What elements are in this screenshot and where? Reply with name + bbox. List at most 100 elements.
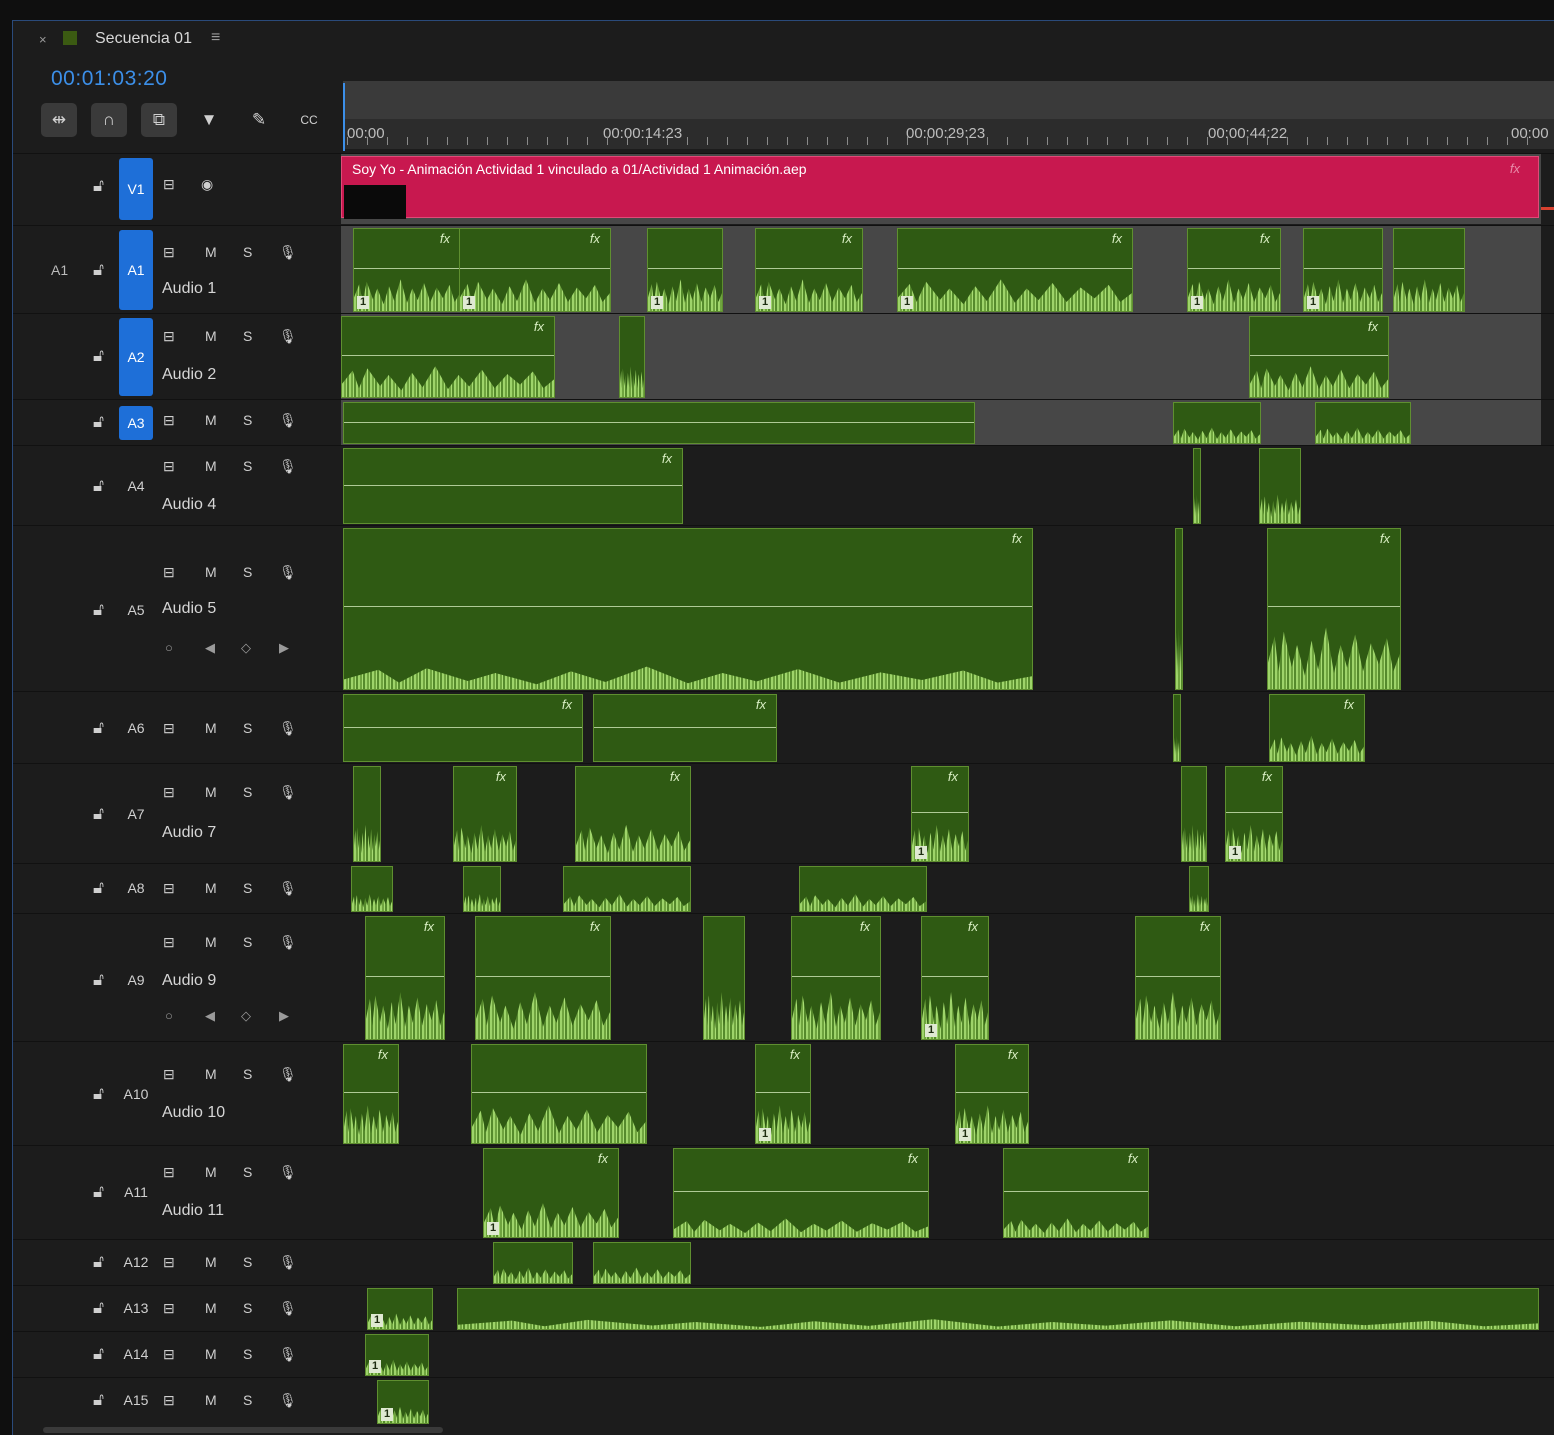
sync-lock-icon[interactable]: ⊟ xyxy=(163,244,175,261)
lock-icon[interactable]: 🔓︎ xyxy=(93,260,104,280)
linked-selection-icon[interactable]: ⧉ xyxy=(141,103,177,137)
audio-clip[interactable] xyxy=(353,766,381,862)
audio-clip[interactable] xyxy=(343,402,975,444)
lock-icon[interactable]: 🔓︎ xyxy=(93,1084,104,1104)
playhead[interactable] xyxy=(343,83,345,151)
audio-clip[interactable]: fx 1 xyxy=(459,228,611,312)
track-target-a4[interactable]: A4 xyxy=(119,478,153,494)
track-name[interactable]: Audio 1 xyxy=(162,280,216,298)
solo-button[interactable]: S xyxy=(243,934,252,950)
audio-clip[interactable]: fx xyxy=(365,916,445,1040)
audio-clip[interactable]: fx 1 xyxy=(897,228,1133,312)
audio-clip[interactable]: fx xyxy=(343,1044,399,1144)
sync-lock-icon[interactable]: ⊟ xyxy=(163,564,175,581)
microphone-icon[interactable]: 🎙︎ xyxy=(279,880,297,897)
sync-lock-icon[interactable]: ⊟ xyxy=(163,176,175,193)
microphone-icon[interactable]: 🎙︎ xyxy=(279,1254,297,1271)
lock-icon[interactable]: 🔓︎ xyxy=(93,1344,104,1364)
audio-clip[interactable]: fx xyxy=(1135,916,1221,1040)
mute-button[interactable]: M xyxy=(205,564,217,580)
eye-icon[interactable]: ◉ xyxy=(201,176,213,193)
track-name[interactable]: Audio 10 xyxy=(162,1104,225,1122)
time-ruler[interactable]: 00:00 00:00:14:23 00:00:29:23 00:00:44:2… xyxy=(343,81,1554,210)
lock-icon[interactable]: 🔓︎ xyxy=(93,1182,104,1202)
track-target-a14[interactable]: A14 xyxy=(119,1346,153,1362)
previous-keyframe-icon[interactable]: ◀ xyxy=(205,1008,215,1024)
playhead-timecode[interactable]: 00:01:03:20 xyxy=(51,67,167,91)
sync-lock-icon[interactable]: ⊟ xyxy=(163,934,175,951)
audio-clip[interactable]: fx xyxy=(1269,694,1365,762)
lock-icon[interactable]: 🔓︎ xyxy=(93,412,104,432)
mute-button[interactable]: M xyxy=(205,1392,217,1408)
lock-icon[interactable]: 🔓︎ xyxy=(93,1298,104,1318)
track-target-a9[interactable]: A9 xyxy=(119,972,153,988)
audio-clip[interactable]: fx xyxy=(673,1148,929,1238)
audio-clip[interactable] xyxy=(1175,528,1183,690)
microphone-icon[interactable]: 🎙︎ xyxy=(279,412,297,429)
microphone-icon[interactable]: 🎙︎ xyxy=(279,1392,297,1409)
track-target-a13[interactable]: A13 xyxy=(119,1300,153,1316)
next-keyframe-icon[interactable]: ▶ xyxy=(279,640,289,656)
audio-clip[interactable] xyxy=(463,866,501,912)
microphone-icon[interactable]: 🎙︎ xyxy=(279,934,297,951)
keyframe-search-icon[interactable]: ○ xyxy=(165,640,173,655)
track-lane[interactable]: fx 1 fx fx xyxy=(341,1146,1541,1240)
audio-clip[interactable]: fx 1 xyxy=(955,1044,1029,1144)
solo-button[interactable]: S xyxy=(243,1346,252,1362)
audio-clip[interactable]: fx xyxy=(475,916,611,1040)
audio-clip[interactable]: 1 xyxy=(1303,228,1383,312)
sync-lock-icon[interactable]: ⊟ xyxy=(163,1392,175,1409)
mute-button[interactable]: M xyxy=(205,1300,217,1316)
solo-button[interactable]: S xyxy=(243,1254,252,1270)
microphone-icon[interactable]: 🎙︎ xyxy=(279,564,297,581)
audio-clip[interactable]: fx xyxy=(1267,528,1401,690)
microphone-icon[interactable]: 🎙︎ xyxy=(279,720,297,737)
microphone-icon[interactable]: 🎙︎ xyxy=(279,328,297,345)
previous-keyframe-icon[interactable]: ◀ xyxy=(205,640,215,656)
audio-clip[interactable] xyxy=(493,1242,573,1284)
audio-clip[interactable]: fx xyxy=(341,316,555,398)
track-lane[interactable] xyxy=(341,400,1541,446)
solo-button[interactable]: S xyxy=(243,328,252,344)
audio-clip[interactable]: 1 xyxy=(367,1288,433,1330)
track-lane[interactable]: Soy Yo - Animación Actividad 1 vinculado… xyxy=(341,154,1541,224)
audio-clip[interactable]: fx xyxy=(343,528,1033,690)
sync-lock-icon[interactable]: ⊟ xyxy=(163,1346,175,1363)
lock-icon[interactable]: 🔓︎ xyxy=(93,346,104,366)
lock-icon[interactable]: 🔓︎ xyxy=(93,804,104,824)
audio-clip[interactable] xyxy=(1259,448,1301,524)
insert-icon[interactable]: ⇹ xyxy=(41,103,77,137)
audio-clip[interactable]: fx xyxy=(343,448,683,524)
mute-button[interactable]: M xyxy=(205,458,217,474)
track-lane[interactable]: fx fx xyxy=(341,526,1541,692)
track-name[interactable]: Audio 7 xyxy=(162,824,216,842)
lock-icon[interactable]: 🔓︎ xyxy=(93,970,104,990)
lock-icon[interactable]: 🔓︎ xyxy=(93,600,104,620)
lock-icon[interactable]: 🔓︎ xyxy=(93,176,104,196)
audio-clip[interactable] xyxy=(799,866,927,912)
sync-lock-icon[interactable]: ⊟ xyxy=(163,720,175,737)
audio-clip[interactable]: fx 1 xyxy=(1225,766,1283,862)
work-area-bar[interactable] xyxy=(343,81,1554,119)
sync-lock-icon[interactable]: ⊟ xyxy=(163,784,175,801)
solo-button[interactable]: S xyxy=(243,1300,252,1316)
audio-clip[interactable]: 1 xyxy=(365,1334,429,1376)
keyframe-search-icon[interactable]: ○ xyxy=(165,1008,173,1023)
track-target-v1[interactable]: V1 xyxy=(119,158,153,220)
sync-lock-icon[interactable]: ⊟ xyxy=(163,1066,175,1083)
track-lane[interactable]: fx fx fx fx 1 fx xyxy=(341,914,1541,1042)
sync-lock-icon[interactable]: ⊟ xyxy=(163,328,175,345)
audio-clip[interactable]: fx 1 xyxy=(911,766,969,862)
track-name[interactable]: Audio 4 xyxy=(162,496,216,514)
source-patch-a1[interactable]: A1 xyxy=(51,262,68,278)
audio-clip[interactable] xyxy=(457,1288,1539,1330)
track-target-a1[interactable]: A1 xyxy=(119,230,153,310)
audio-clip[interactable]: fx xyxy=(1249,316,1389,398)
close-icon[interactable]: × xyxy=(39,32,47,47)
audio-clip[interactable]: fx xyxy=(1003,1148,1149,1238)
add-keyframe-icon[interactable]: ◇ xyxy=(241,640,251,656)
lock-icon[interactable]: 🔓︎ xyxy=(93,718,104,738)
track-lane[interactable]: fx fx fx 1 fx 1 xyxy=(341,764,1541,864)
audio-clip[interactable]: fx 1 xyxy=(353,228,461,312)
audio-clip[interactable]: fx xyxy=(343,694,583,762)
